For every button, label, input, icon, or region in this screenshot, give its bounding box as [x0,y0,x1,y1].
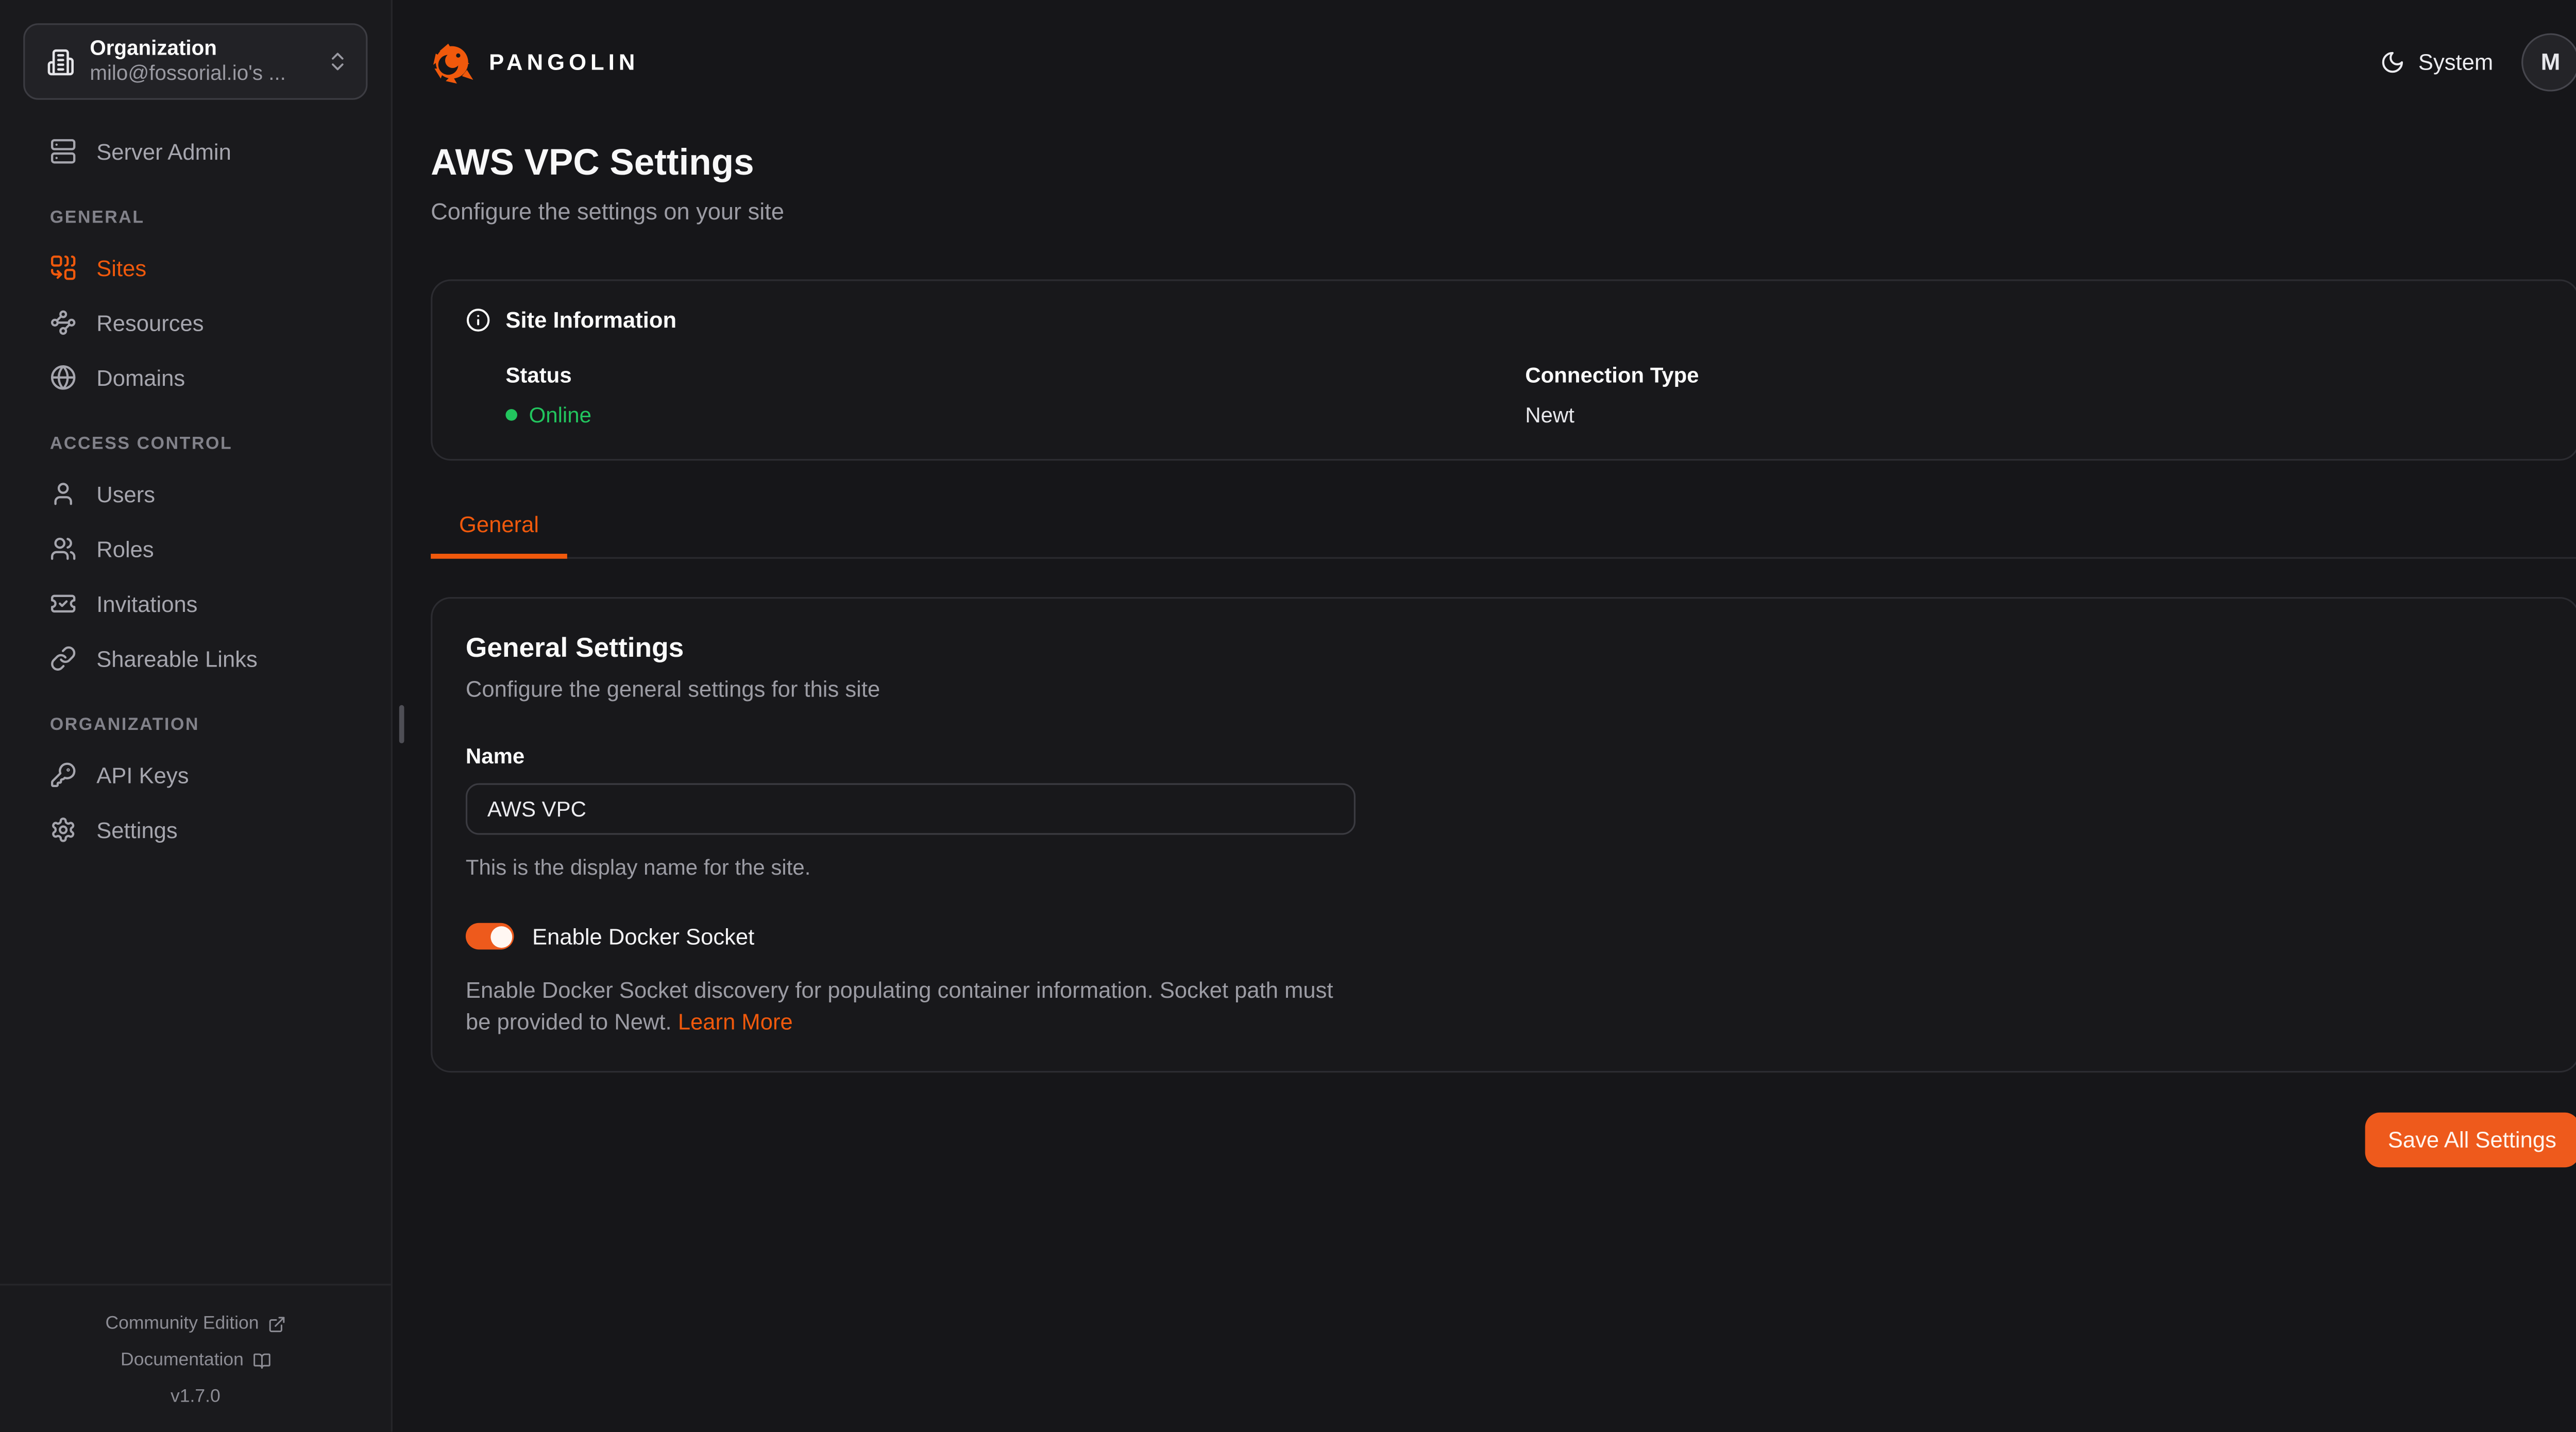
name-field-help: This is the display name for the site. [466,855,2545,879]
gear-icon [50,816,77,843]
org-switcher-value: milo@fossorial.io's ... [90,61,311,86]
general-settings-subtitle: Configure the general settings for this … [466,677,2545,702]
community-edition-label: Community Edition [105,1314,259,1334]
sidebar-item-label: Resources [96,310,204,335]
site-information-grid: Status Online Connection Type Newt [466,363,2545,428]
sidebar-scrollbar[interactable] [399,705,404,743]
community-edition-link[interactable]: Community Edition [0,1305,391,1342]
version-label: v1.7.0 [0,1378,391,1415]
section-label-access-control: ACCESS CONTROL [50,434,375,454]
general-settings-card: General Settings Configure the general s… [431,597,2576,1072]
org-switcher-label: Organization [90,37,311,61]
documentation-link[interactable]: Documentation [0,1342,391,1378]
connection-type-label: Connection Type [1525,363,2545,387]
connection-type-value: Newt [1525,402,2545,427]
section-label-organization: ORGANIZATION [50,715,375,735]
org-switcher[interactable]: Organization milo@fossorial.io's ... [23,23,367,100]
sidebar-item-label: Shareable Links [96,646,258,671]
combine-icon [50,254,77,281]
moon-icon [2380,49,2405,74]
sidebar-item-api-keys[interactable]: API Keys [50,758,375,792]
user-icon [50,481,77,507]
sidebar-nav: Server Admin GENERAL Sites Resources Dom [0,100,391,847]
globe-icon [50,364,77,391]
book-open-icon [252,1351,270,1370]
sidebar-item-label: Roles [96,536,154,561]
section-label-general: GENERAL [50,208,375,228]
external-link-icon [267,1315,286,1333]
sidebar-item-users[interactable]: Users [50,478,375,511]
status-badge: Online [529,402,591,427]
brand-name: PANGOLIN [489,49,639,74]
sidebar-item-label: Server Admin [96,139,231,164]
app-root: Organization milo@fossorial.io's ... Ser… [0,0,2576,1432]
user-avatar[interactable]: M [2521,32,2576,91]
sidebar-item-label: Domains [96,365,185,390]
learn-more-link[interactable]: Learn More [678,1010,793,1034]
sidebar-item-domains[interactable]: Domains [50,361,375,395]
org-switcher-text: Organization milo@fossorial.io's ... [90,37,311,87]
name-input[interactable] [466,783,1355,835]
save-all-settings-button[interactable]: Save All Settings [2365,1113,2576,1168]
site-information-header: Site Information [466,308,2545,332]
key-icon [50,762,77,789]
tab-general[interactable]: General [431,512,567,558]
sidebar-item-shareable-links[interactable]: Shareable Links [50,642,375,675]
server-icon [50,138,77,165]
avatar-initial: M [2541,48,2561,75]
sidebar-item-label: Settings [96,817,177,842]
sidebar-item-sites[interactable]: Sites [50,251,375,284]
theme-label: System [2418,49,2493,74]
theme-toggle[interactable]: System [2380,49,2494,74]
ticket-check-icon [50,590,77,617]
sidebar-item-invitations[interactable]: Invitations [50,587,375,621]
connection-type-block: Connection Type Newt [1525,363,2545,428]
documentation-label: Documentation [121,1350,244,1370]
chevrons-up-down-icon [326,50,349,73]
topbar-right: System M [2380,32,2576,91]
sidebar: Organization milo@fossorial.io's ... Ser… [0,0,393,1432]
brand-logo[interactable]: PANGOLIN [431,39,639,84]
main-content: PANGOLIN System M AWS VPC Settings Confi… [394,0,2576,1167]
info-icon [466,308,490,332]
save-row: Save All Settings [431,1113,2576,1168]
tab-bar: General [431,512,2576,558]
pangolin-logo-icon [431,39,476,84]
toggle-knob [490,926,512,947]
building-icon [46,47,75,76]
docker-socket-row: Enable Docker Socket [466,923,2545,950]
status-value-row: Online [505,402,1525,427]
sidebar-item-label: Sites [96,255,146,280]
sidebar-footer: Community Edition Documentation v1.7.0 [0,1284,391,1431]
sidebar-item-label: Invitations [96,591,197,616]
docker-socket-description: Enable Docker Socket discovery for popul… [466,975,1344,1038]
docker-socket-label: Enable Docker Socket [532,924,754,948]
sidebar-item-resources[interactable]: Resources [50,306,375,339]
waypoints-icon [50,309,77,336]
users-icon [50,536,77,562]
sidebar-item-label: Users [96,482,155,506]
status-label: Status [505,363,1525,387]
site-information-title: Site Information [505,308,676,332]
site-information-card: Site Information Status Online Connectio… [431,279,2576,461]
topbar: PANGOLIN System M [431,0,2576,92]
sidebar-item-roles[interactable]: Roles [50,532,375,566]
page-title: AWS VPC Settings [431,141,2576,184]
page-subtitle: Configure the settings on your site [431,198,2576,225]
link-icon [50,645,77,672]
status-block: Status Online [505,363,1525,428]
sidebar-item-server-admin[interactable]: Server Admin [50,134,375,168]
online-status-dot [505,409,517,421]
name-field-label: Name [466,743,2545,768]
general-settings-title: General Settings [466,634,2545,665]
docker-socket-toggle[interactable] [466,923,514,950]
sidebar-item-label: API Keys [96,762,189,787]
sidebar-item-settings[interactable]: Settings [50,813,375,847]
docker-socket-description-text: Enable Docker Socket discovery for popul… [466,978,1333,1034]
